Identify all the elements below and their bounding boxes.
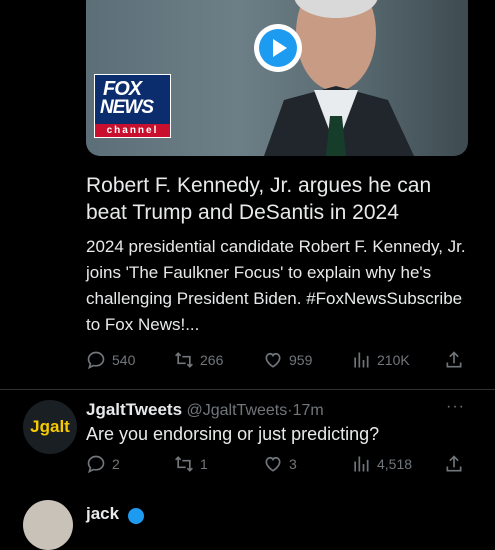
reply-icon <box>87 455 105 474</box>
retweet-icon <box>175 456 193 472</box>
fox-news-logo: FOX NEWS channel <box>94 74 171 138</box>
views-action[interactable]: 210K <box>351 350 410 370</box>
tweet-time[interactable]: 17m <box>293 402 324 419</box>
user-handle[interactable]: @JgaltTweets <box>187 402 288 419</box>
share-icon <box>446 455 462 472</box>
video-thumbnail[interactable]: FOX NEWS channel <box>86 0 468 156</box>
reply-action[interactable]: 2 <box>86 454 120 474</box>
more-options-icon[interactable]: ··· <box>446 398 465 416</box>
like-action[interactable]: 3 <box>263 454 297 474</box>
logo-line-2: NEWS <box>100 97 154 118</box>
play-button[interactable] <box>254 24 302 72</box>
retweet-action[interactable]: 1 <box>174 454 208 474</box>
card-description: 2024 presidential candidate Robert F. Ke… <box>86 237 466 334</box>
views-icon <box>354 352 369 368</box>
like-action[interactable]: 959 <box>263 350 312 370</box>
avatar[interactable]: Jgalt <box>23 400 77 454</box>
tweet-text: Are you endorsing or just predicting? <box>86 424 380 444</box>
views-action[interactable]: 4,518 <box>351 454 412 474</box>
share-icon <box>446 351 462 368</box>
heart-icon <box>265 456 281 472</box>
avatar[interactable] <box>23 500 73 550</box>
tweet-divider <box>0 389 495 390</box>
heart-icon <box>265 352 281 368</box>
views-icon <box>354 456 369 472</box>
like-count: 3 <box>289 456 297 472</box>
tweet-header: JgaltTweets @JgaltTweets·17m <box>86 400 324 420</box>
display-name[interactable]: jack <box>86 504 119 524</box>
retweet-action[interactable]: 266 <box>174 350 223 370</box>
reply-icon <box>87 351 105 370</box>
share-button[interactable] <box>444 350 464 370</box>
retweet-count: 1 <box>200 456 208 472</box>
play-icon <box>259 29 297 67</box>
share-button[interactable] <box>444 454 464 474</box>
logo-channel: channel <box>95 124 170 137</box>
retweet-count: 266 <box>200 352 224 368</box>
reply-count: 540 <box>112 352 136 368</box>
like-count: 959 <box>289 352 313 368</box>
reply-count: 2 <box>112 456 120 472</box>
avatar-text: Jgalt <box>30 417 70 436</box>
views-count: 4,518 <box>377 456 413 472</box>
retweet-icon <box>175 352 193 368</box>
card-title[interactable]: Robert F. Kennedy, Jr. argues he can bea… <box>86 172 456 226</box>
reply-action[interactable]: 540 <box>86 350 135 370</box>
views-count: 210K <box>377 352 410 368</box>
verified-icon <box>128 508 144 524</box>
display-name[interactable]: JgaltTweets <box>86 400 182 419</box>
